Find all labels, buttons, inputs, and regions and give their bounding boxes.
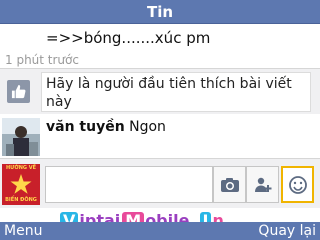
- emoji-icon: [288, 175, 307, 194]
- tag-friend-button[interactable]: [246, 166, 279, 203]
- comment-body: Ngon: [129, 119, 166, 135]
- avatar-caption-bottom: BIỂN ĐÔNG: [5, 197, 37, 203]
- comment-input[interactable]: [45, 166, 213, 203]
- back-softkey[interactable]: Quay lại: [258, 222, 316, 240]
- camera-button[interactable]: [213, 166, 246, 203]
- like-row: Hãy là người đầu tiên thích bài viết này: [0, 69, 320, 114]
- be-first-to-like-text[interactable]: Hãy là người đầu tiên thích bài viết này: [41, 72, 311, 112]
- emoji-button[interactable]: [281, 166, 314, 203]
- tag-friend-icon: [254, 177, 271, 192]
- comment-item: văn tuyền Ngon: [0, 114, 320, 158]
- comment-author[interactable]: văn tuyền: [46, 119, 125, 135]
- page-title: Tin: [146, 2, 174, 21]
- camera-icon: [220, 177, 239, 192]
- menu-softkey[interactable]: Menu: [4, 222, 42, 240]
- comment-text: văn tuyền Ngon: [46, 119, 166, 135]
- softkey-bar: Menu Quay lại: [0, 222, 320, 240]
- user-avatar: HƯỚNG VỀ BIỂN ĐÔNG: [2, 164, 40, 205]
- post-body: =>>bóng.......xúc pm: [46, 29, 211, 47]
- post-timestamp: 1 phút trước: [5, 53, 79, 67]
- avatar[interactable]: [2, 118, 40, 156]
- post: =>>bóng.......xúc pm 1 phút trước: [0, 24, 320, 68]
- title-bar: Tin: [0, 0, 320, 24]
- thumbs-up-icon[interactable]: [7, 80, 30, 103]
- compose-bar: HƯỚNG VỀ BIỂN ĐÔNG: [0, 158, 320, 208]
